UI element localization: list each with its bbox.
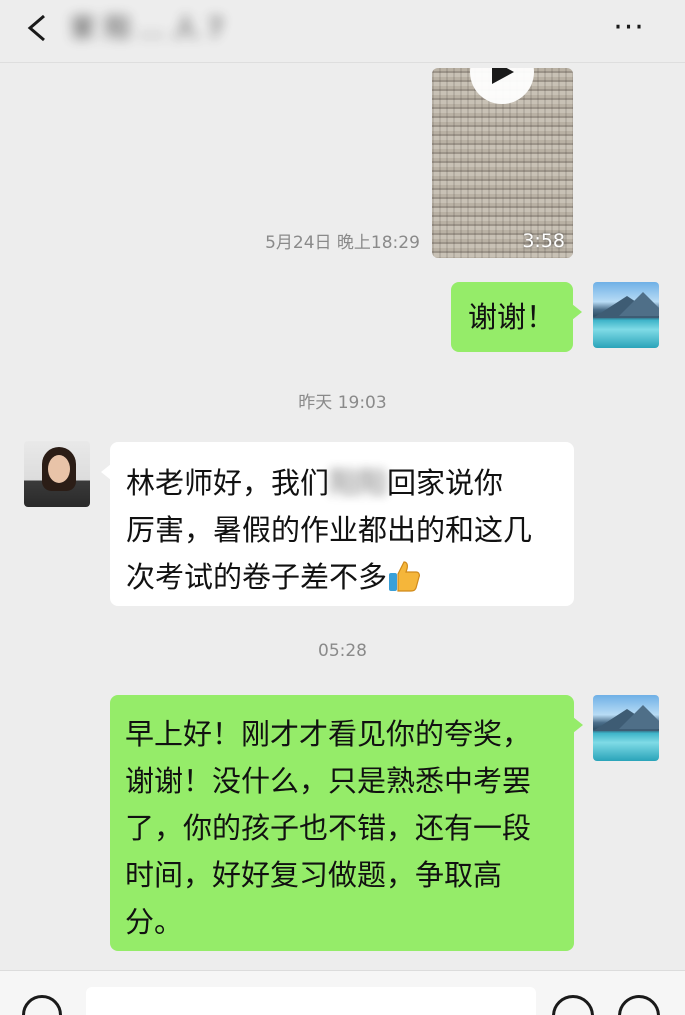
input-bar <box>0 970 685 1015</box>
avatar[interactable] <box>24 441 90 507</box>
sent-message[interactable]: 早上好！刚才才看见你的夸奖， 谢谢！没什么，只是熟悉中考罢 了，你的孩子也不错，… <box>110 695 583 951</box>
back-button[interactable] <box>18 8 58 48</box>
timestamp: 05:28 <box>318 641 367 661</box>
message-line: 了，你的孩子也不错，还有一段 <box>125 811 532 845</box>
message-line: 时间，好好复习做题，争取高 <box>125 858 503 892</box>
chat-screen: 家 阳 … 人 7 ··· 3:58 5月24日 晚上18:29 谢谢！ 昨天 … <box>0 0 685 1015</box>
chevron-left-icon <box>27 14 45 42</box>
avatar[interactable] <box>593 282 659 348</box>
message-input[interactable] <box>86 987 536 1015</box>
message-line: 谢谢！没什么，只是熟悉中考罢 <box>125 764 532 798</box>
message-line: 林老师好，我们阳阳回家说你 <box>126 460 574 507</box>
plus-icon[interactable] <box>618 995 660 1015</box>
message-text: 谢谢！ <box>468 300 556 334</box>
message-line: 次考试的卷子差不多 <box>126 554 574 601</box>
chat-title: 家 阳 … 人 7 <box>70 14 224 44</box>
more-dots-icon[interactable]: ··· <box>609 12 649 44</box>
timestamp: 昨天 19:03 <box>298 393 387 413</box>
redacted-name: 阳阳 <box>329 466 388 500</box>
thumbs-up-emoji <box>387 559 421 593</box>
chat-header: 家 阳 … 人 7 ··· <box>0 0 685 63</box>
timestamp: 5月24日 晚上18:29 <box>265 233 420 253</box>
message-line: 厉害，暑假的作业都出的和这几 <box>126 513 533 547</box>
message-line: 分。 <box>125 905 184 939</box>
message-line: 早上好！刚才才看见你的夸奖， <box>125 717 532 751</box>
voice-icon[interactable] <box>22 995 62 1015</box>
sent-message[interactable]: 谢谢！ <box>451 282 582 352</box>
received-message[interactable]: 林老师好，我们阳阳回家说你 厉害，暑假的作业都出的和这几 次考试的卷子差不多 <box>101 442 574 606</box>
message-list[interactable]: 3:58 5月24日 晚上18:29 谢谢！ 昨天 19:03 林老师好，我们阳… <box>0 63 685 970</box>
emoji-icon[interactable] <box>552 995 594 1015</box>
avatar[interactable] <box>593 695 659 761</box>
